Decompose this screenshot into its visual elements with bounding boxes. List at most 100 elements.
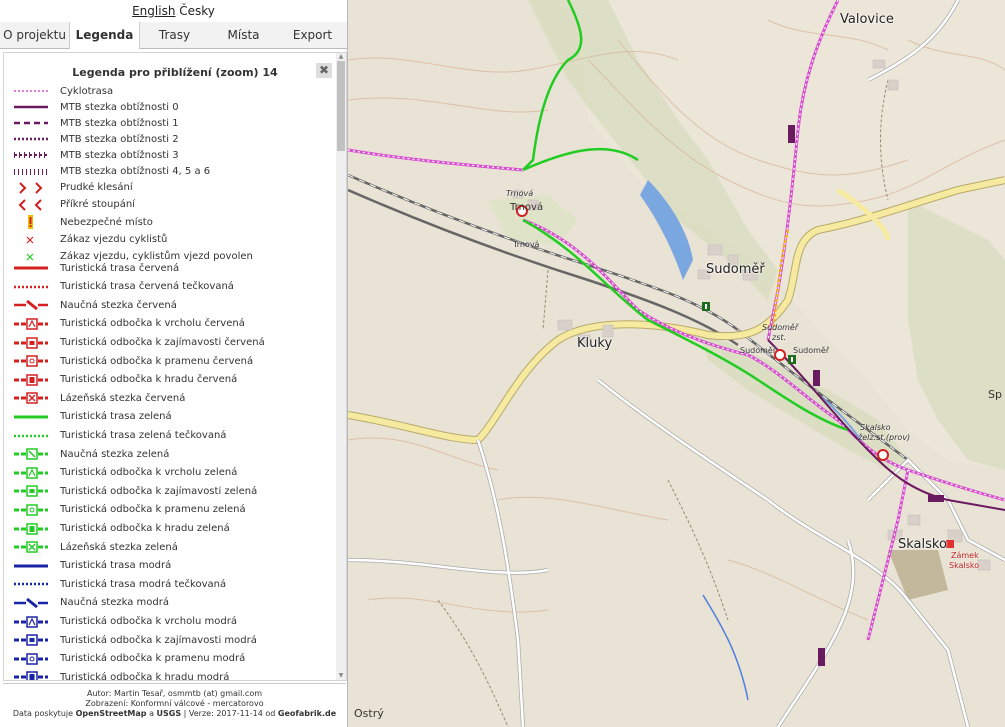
legend-item: Turistická trasa červená tečkovaná	[12, 279, 234, 295]
legend-item: Zákaz vjezdu cyklistů	[12, 232, 167, 248]
legend-item-label: Turistická trasa červená tečkovaná	[60, 281, 234, 293]
legend-scrollbar[interactable]: ▲ ▼	[336, 53, 346, 680]
legend-item: Turistická odbočka k zajímavosti červená	[12, 335, 265, 351]
tab-export[interactable]: Export	[278, 22, 347, 48]
legend-item-label: Turistická odbočka k zajímavosti zelená	[60, 485, 258, 497]
osm-link[interactable]: OpenStreetMap	[76, 709, 147, 718]
map-label-trnova: Trnová	[510, 202, 544, 213]
legend-item-label: Naučná stezka zelená	[60, 448, 170, 460]
legend-item-label: Naučná stezka červená	[60, 299, 177, 311]
legend-item-label: Turistická trasa zelená	[60, 411, 172, 423]
map-label-skalsko-zst: Skalsko	[860, 423, 891, 432]
scroll-up-arrow-icon[interactable]: ▲	[336, 53, 346, 61]
map-label-sudomer-stop: Sudoměř	[740, 346, 777, 355]
language-czech-link[interactable]: Česky	[179, 4, 215, 18]
geofabrik-link[interactable]: Geofabrik.de	[278, 709, 336, 718]
legend-item-label: Turistická odbočka k pramenu modrá	[60, 653, 246, 665]
scrollbar-thumb[interactable]	[337, 61, 345, 151]
legend-symbol-icon	[14, 541, 48, 553]
map-label-skalsko-zst-2: želz.st.(prov)	[858, 433, 911, 442]
legend-item: Příkré stoupání	[12, 197, 135, 213]
legend-symbol-icon	[26, 236, 34, 243]
footer-data-source: Data poskytuje OpenStreetMap a USGS | Ve…	[3, 709, 346, 719]
legend-item-label: Příkré stoupání	[60, 199, 135, 211]
legend-symbol-icon	[14, 121, 48, 125]
legend-symbol-icon	[14, 564, 48, 568]
tab-places[interactable]: Místa	[209, 22, 278, 48]
legend-symbol-icon	[14, 392, 48, 405]
legend-symbol-icon	[14, 105, 48, 109]
side-panel: English Česky O projektu Legenda Trasy M…	[0, 0, 348, 727]
legend-symbol-icon	[14, 300, 48, 311]
legend-item: Turistická odbočka k hradu zelená	[12, 521, 230, 537]
legend-item-label: Turistická odbočka k vrcholu zelená	[60, 467, 238, 479]
legend-item: Turistická odbočka k vrcholu červená	[12, 316, 245, 332]
footer-data-prefix: Data poskytuje	[12, 709, 74, 718]
legend-symbol-icon	[14, 634, 48, 646]
legend-symbol-icon	[14, 485, 48, 498]
scroll-down-arrow-icon[interactable]: ▼	[336, 672, 346, 680]
legend-item: Nebezpečné místo	[12, 214, 153, 230]
map-label-zamek-2: Skalsko	[949, 561, 980, 570]
map-label-sudomer-zst: Sudoměř	[762, 323, 799, 332]
map-label-trnova-2: Trnová	[513, 240, 540, 249]
legend-item-label: Cyklotrasa	[60, 85, 114, 97]
legend-item-label: Prudké klesání	[60, 182, 133, 194]
legend-item-label: MTB stezka obtížnosti 3	[60, 149, 179, 161]
legend-symbol-icon	[14, 597, 48, 609]
map-label-sudomer: Sudoměř	[706, 262, 765, 277]
tab-routes[interactable]: Trasy	[140, 22, 209, 48]
footer-and: a	[149, 709, 154, 718]
map-label-zst: zst.	[772, 333, 787, 342]
legend-item-label: MTB stezka obtížnosti 1	[60, 117, 179, 129]
legend-symbol-icon	[19, 181, 43, 194]
legend-item: Turistická odbočka k zajímavosti zelená	[12, 483, 257, 499]
legend-item-label: Turistická odbočka k zajímavosti červená	[60, 337, 265, 348]
language-english-link[interactable]: English	[132, 4, 175, 18]
legend-item-label: Turistická odbočka k vrcholu modrá	[60, 616, 237, 627]
footer-projection: Zobrazení: Konformní válcové - mercatoro…	[85, 699, 264, 708]
legend-item-label: Turistická odbočka k hradu zelená	[60, 523, 230, 534]
legend-symbol-icon	[14, 336, 48, 349]
map-label-ostry: Ostrý	[354, 707, 384, 720]
legend-symbol-icon	[14, 504, 48, 516]
legend-item: Turistická trasa modrá	[12, 558, 171, 574]
legend-item: Naučná stezka zelená	[12, 446, 169, 462]
legend-item: MTB stezka obtížnosti 3	[12, 147, 179, 163]
legend-symbol-icon	[14, 466, 48, 479]
legend-symbol-icon	[14, 671, 48, 680]
legend-item: Cyklotrasa	[12, 83, 113, 99]
legend-item: Turistická odbočka k pramenu zelená	[12, 502, 246, 518]
legend-item: Turistická odbočka k pramenu modrá	[12, 651, 245, 667]
legend-item-label: MTB stezka obtížnosti 0	[60, 101, 179, 113]
legend-item: Turistická trasa červená	[12, 260, 179, 276]
legend-item: MTB stezka obtížnosti 2	[12, 131, 179, 147]
legend-item-label: Turistická odbočka k zajímavosti modrá	[60, 634, 257, 646]
legend-item-label: Turistická trasa zelená tečkovaná	[60, 430, 227, 441]
legend-symbol-icon	[14, 522, 48, 535]
map-canvas[interactable]	[348, 0, 1005, 727]
map-label-trnova-small: Trnová	[506, 189, 534, 198]
legend-symbol-icon	[14, 285, 48, 288]
map-label-skalsko: Skalsko	[898, 537, 947, 552]
language-switcher: English Česky	[0, 0, 347, 22]
tab-legend[interactable]: Legenda	[69, 22, 140, 49]
tab-about[interactable]: O projektu	[0, 22, 69, 48]
legend-item-label: Turistická odbočka k vrcholu červená	[60, 318, 245, 330]
legend-symbol-icon	[14, 583, 48, 586]
close-legend-button[interactable]: ✖	[316, 63, 332, 78]
legend-symbol-icon	[14, 652, 48, 665]
legend-item: Naučná stezka červená	[12, 297, 177, 313]
legend-item-label: Turistická odbočka k pramenu zelená	[60, 504, 246, 516]
legend-symbol-icon	[28, 215, 33, 230]
usgs-link[interactable]: USGS	[157, 709, 182, 718]
legend-symbol-icon	[14, 355, 48, 367]
map-label-kluky: Kluky	[577, 336, 613, 351]
legend-item: MTB stezka obtížnosti 0	[12, 99, 179, 115]
legend-symbol-icon	[14, 434, 48, 437]
map-view[interactable]: Valovice Trnová Trnová Trnová Sudoměř Kl…	[348, 0, 1005, 727]
legend-item-label: Turistická trasa modrá	[60, 560, 172, 572]
legend-item-label: MTB stezka obtížnosti 2	[60, 133, 179, 145]
footer-version: | Verze: 2017-11-14 od	[183, 709, 276, 718]
legend-item: Naučná stezka modrá	[12, 595, 169, 611]
